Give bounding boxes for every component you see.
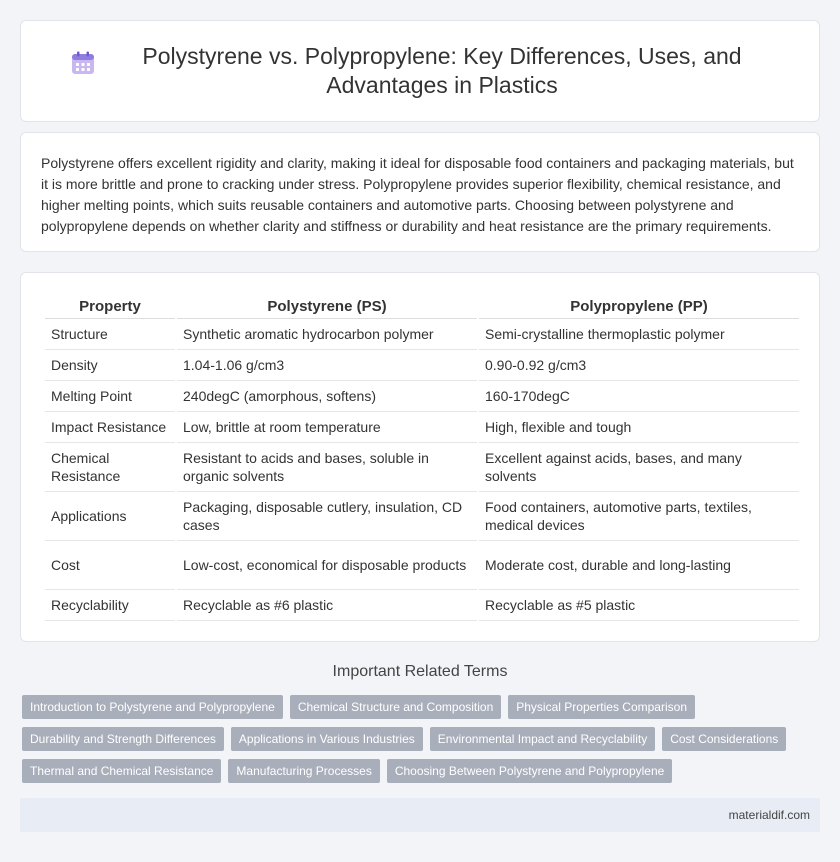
- tag-row: Thermal and Chemical Resistance Manufact…: [22, 759, 822, 783]
- row-ps-value: Resistant to acids and bases, soluble in…: [177, 443, 477, 492]
- tag-row: Durability and Strength Differences Appl…: [22, 727, 822, 751]
- header-polypropylene: Polypropylene (PP): [479, 293, 799, 319]
- row-pp-value: Recyclable as #5 plastic: [479, 590, 799, 621]
- related-tag[interactable]: Choosing Between Polystyrene and Polypro…: [386, 759, 673, 783]
- table-row: Recyclability Recyclable as #6 plastic R…: [45, 590, 799, 621]
- related-tag[interactable]: Environmental Impact and Recyclability: [429, 727, 656, 751]
- row-property: Applications: [45, 492, 175, 541]
- row-pp-value: 0.90-0.92 g/cm3: [479, 350, 799, 381]
- row-ps-value: Low, brittle at room temperature: [177, 412, 477, 443]
- row-pp-value: Excellent against acids, bases, and many…: [479, 443, 799, 492]
- row-property: Chemical Resistance: [45, 443, 175, 492]
- tag-row: Introduction to Polystyrene and Polyprop…: [22, 695, 822, 719]
- related-tag[interactable]: Applications in Various Industries: [230, 727, 423, 751]
- related-tag[interactable]: Chemical Structure and Composition: [289, 695, 502, 719]
- header-polystyrene: Polystyrene (PS): [177, 293, 477, 319]
- related-tag[interactable]: Cost Considerations: [662, 727, 787, 751]
- page-title: Polystyrene vs. Polypropylene: Key Diffe…: [142, 43, 742, 98]
- row-pp-value: Moderate cost, durable and long-lasting: [479, 541, 799, 590]
- table-row: Melting Point 240degC (amorphous, soften…: [45, 381, 799, 412]
- related-terms-tags: Introduction to Polystyrene and Polyprop…: [22, 695, 822, 791]
- related-tag[interactable]: Physical Properties Comparison: [508, 695, 695, 719]
- header-property: Property: [45, 293, 175, 319]
- related-tag[interactable]: Thermal and Chemical Resistance: [22, 759, 222, 783]
- row-property: Recyclability: [45, 590, 175, 621]
- row-property: Melting Point: [45, 381, 175, 412]
- comparison-card: Property Polystyrene (PS) Polypropylene …: [20, 272, 820, 642]
- row-property: Structure: [45, 319, 175, 350]
- row-ps-value: 1.04-1.06 g/cm3: [177, 350, 477, 381]
- title-card: Polystyrene vs. Polypropylene: Key Diffe…: [20, 20, 820, 122]
- related-tag[interactable]: Durability and Strength Differences: [22, 727, 224, 751]
- table-row: Impact Resistance Low, brittle at room t…: [45, 412, 799, 443]
- footer-site[interactable]: materialdif.com: [729, 808, 810, 822]
- intro-paragraph: Polystyrene offers excellent rigidity an…: [41, 155, 794, 234]
- table-row: Chemical Resistance Resistant to acids a…: [45, 443, 799, 492]
- row-pp-value: 160-170degC: [479, 381, 799, 412]
- row-pp-value: Food containers, automotive parts, texti…: [479, 492, 799, 541]
- intro-card: Polystyrene offers excellent rigidity an…: [20, 132, 820, 252]
- comparison-table: Property Polystyrene (PS) Polypropylene …: [43, 293, 801, 621]
- row-ps-value: Low-cost, economical for disposable prod…: [177, 541, 477, 590]
- row-property: Density: [45, 350, 175, 381]
- footer: materialdif.com: [20, 798, 820, 832]
- row-ps-value: Synthetic aromatic hydrocarbon polymer: [177, 319, 477, 350]
- table-row: Density 1.04-1.06 g/cm3 0.90-0.92 g/cm3: [45, 350, 799, 381]
- row-pp-value: Semi-crystalline thermoplastic polymer: [479, 319, 799, 350]
- related-terms-title: Important Related Terms: [332, 663, 508, 680]
- row-property: Cost: [45, 541, 175, 590]
- table-header-row: Property Polystyrene (PS) Polypropylene …: [45, 293, 799, 319]
- row-ps-value: 240degC (amorphous, softens): [177, 381, 477, 412]
- table-row: Cost Low-cost, economical for disposable…: [45, 541, 799, 590]
- row-pp-value: High, flexible and tough: [479, 412, 799, 443]
- title-wrap: Polystyrene vs. Polypropylene: Key Diffe…: [70, 42, 770, 100]
- row-ps-value: Recyclable as #6 plastic: [177, 590, 477, 621]
- calendar-icon: [72, 51, 94, 74]
- row-property: Impact Resistance: [45, 412, 175, 443]
- related-tag[interactable]: Introduction to Polystyrene and Polyprop…: [22, 695, 283, 719]
- related-tag[interactable]: Manufacturing Processes: [228, 759, 380, 783]
- row-ps-value: Packaging, disposable cutlery, insulatio…: [177, 492, 477, 541]
- table-row: Applications Packaging, disposable cutle…: [45, 492, 799, 541]
- table-row: Structure Synthetic aromatic hydrocarbon…: [45, 319, 799, 350]
